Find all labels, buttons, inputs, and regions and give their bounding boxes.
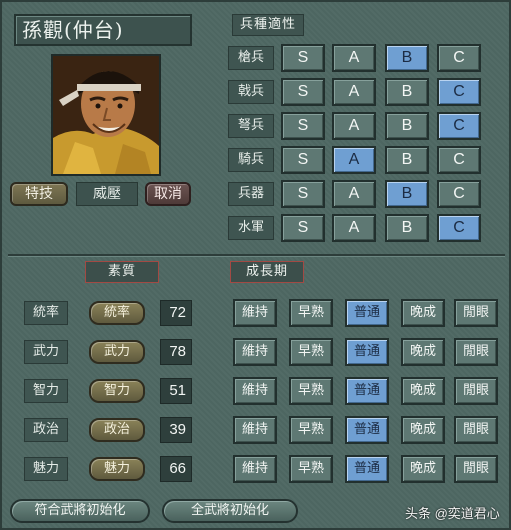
growth-button[interactable]: 維持 bbox=[233, 299, 277, 327]
growth-button[interactable]: 閒眼 bbox=[454, 377, 498, 405]
growth-button[interactable]: 晚成 bbox=[401, 416, 445, 444]
quality-heading: 素質 bbox=[85, 261, 159, 283]
growth-button[interactable]: 普通 bbox=[345, 377, 389, 405]
growth-button[interactable]: 維持 bbox=[233, 338, 277, 366]
growth-button[interactable]: 晚成 bbox=[401, 338, 445, 366]
stat-button[interactable]: 統率 bbox=[89, 301, 145, 325]
grade-button-s[interactable]: S bbox=[281, 180, 325, 208]
grade-button-a[interactable]: A bbox=[332, 214, 376, 242]
growth-button[interactable]: 早熟 bbox=[289, 377, 333, 405]
aptitude-heading: 兵種適性 bbox=[232, 14, 304, 36]
growth-button[interactable]: 普通 bbox=[345, 455, 389, 483]
growth-button[interactable]: 普通 bbox=[345, 299, 389, 327]
growth-button[interactable]: 早熟 bbox=[289, 416, 333, 444]
general-portrait bbox=[51, 54, 161, 176]
grade-button-s[interactable]: S bbox=[281, 44, 325, 72]
grade-button-s[interactable]: S bbox=[281, 214, 325, 242]
portrait-image bbox=[53, 56, 159, 174]
growth-button[interactable]: 普通 bbox=[345, 338, 389, 366]
growth-button[interactable]: 晚成 bbox=[401, 455, 445, 483]
grade-button-c[interactable]: C bbox=[437, 78, 481, 106]
grade-button-c[interactable]: C bbox=[437, 112, 481, 140]
growth-button[interactable]: 閒眼 bbox=[454, 338, 498, 366]
grade-button-b[interactable]: B bbox=[385, 146, 429, 174]
grade-button-c[interactable]: C bbox=[437, 44, 481, 72]
growth-button[interactable]: 閒眼 bbox=[454, 416, 498, 444]
stat-button[interactable]: 智力 bbox=[89, 379, 145, 403]
stat-label: 魅力 bbox=[24, 457, 68, 481]
reset-all-generals-button[interactable]: 全武將初始化 bbox=[162, 499, 298, 523]
stat-label: 智力 bbox=[24, 379, 68, 403]
watermark: 头条 @奕道君心 bbox=[405, 506, 500, 521]
stat-value[interactable]: 72 bbox=[160, 300, 192, 326]
growth-button[interactable]: 早熟 bbox=[289, 299, 333, 327]
aptitude-label: 戟兵 bbox=[228, 80, 274, 104]
grade-button-b[interactable]: B bbox=[385, 78, 429, 106]
grade-button-s[interactable]: S bbox=[281, 146, 325, 174]
grade-button-b[interactable]: B bbox=[385, 44, 429, 72]
reset-matching-generals-button[interactable]: 符合武將初始化 bbox=[10, 499, 150, 523]
stat-label: 政治 bbox=[24, 418, 68, 442]
growth-button[interactable]: 早熟 bbox=[289, 338, 333, 366]
aptitude-label: 騎兵 bbox=[228, 148, 274, 172]
stat-label: 統率 bbox=[24, 301, 68, 325]
growth-button[interactable]: 晚成 bbox=[401, 299, 445, 327]
grade-button-a[interactable]: A bbox=[332, 180, 376, 208]
grade-button-a[interactable]: A bbox=[332, 112, 376, 140]
stat-value[interactable]: 51 bbox=[160, 378, 192, 404]
stat-value[interactable]: 39 bbox=[160, 417, 192, 443]
grade-button-a[interactable]: A bbox=[332, 146, 376, 174]
growth-button[interactable]: 維持 bbox=[233, 455, 277, 483]
growth-button[interactable]: 早熟 bbox=[289, 455, 333, 483]
stat-button[interactable]: 魅力 bbox=[89, 457, 145, 481]
aptitude-label: 弩兵 bbox=[228, 114, 274, 138]
growth-button[interactable]: 普通 bbox=[345, 416, 389, 444]
grade-button-s[interactable]: S bbox=[281, 112, 325, 140]
grade-button-a[interactable]: A bbox=[332, 78, 376, 106]
general-edit-window: 孫觀(仲台) 特技 威壓 取消 兵種適性 槍兵 S A B C 戟兵 S A B C 弩兵 S A B C 騎… bbox=[0, 0, 511, 530]
growth-button[interactable]: 維持 bbox=[233, 416, 277, 444]
grade-button-b[interactable]: B bbox=[385, 214, 429, 242]
growth-button[interactable]: 閒眼 bbox=[454, 299, 498, 327]
special-skill-value: 威壓 bbox=[76, 182, 138, 206]
grade-button-b[interactable]: B bbox=[385, 112, 429, 140]
grade-button-c[interactable]: C bbox=[437, 180, 481, 208]
stat-value[interactable]: 66 bbox=[160, 456, 192, 482]
general-name: 孫觀(仲台) bbox=[14, 14, 192, 46]
stat-value[interactable]: 78 bbox=[160, 339, 192, 365]
growth-button[interactable]: 閒眼 bbox=[454, 455, 498, 483]
cancel-button[interactable]: 取消 bbox=[145, 182, 191, 206]
grade-button-a[interactable]: A bbox=[332, 44, 376, 72]
section-divider bbox=[8, 254, 505, 256]
growth-button[interactable]: 維持 bbox=[233, 377, 277, 405]
special-skill-button[interactable]: 特技 bbox=[10, 182, 68, 206]
growth-heading: 成長期 bbox=[230, 261, 304, 283]
aptitude-label: 水軍 bbox=[228, 216, 274, 240]
grade-button-c[interactable]: C bbox=[437, 214, 481, 242]
aptitude-label: 槍兵 bbox=[228, 46, 274, 70]
grade-button-s[interactable]: S bbox=[281, 78, 325, 106]
grade-button-b[interactable]: B bbox=[385, 180, 429, 208]
stat-label: 武力 bbox=[24, 340, 68, 364]
grade-button-c[interactable]: C bbox=[437, 146, 481, 174]
stat-button[interactable]: 武力 bbox=[89, 340, 145, 364]
aptitude-label: 兵器 bbox=[228, 182, 274, 206]
stat-button[interactable]: 政治 bbox=[89, 418, 145, 442]
growth-button[interactable]: 晚成 bbox=[401, 377, 445, 405]
